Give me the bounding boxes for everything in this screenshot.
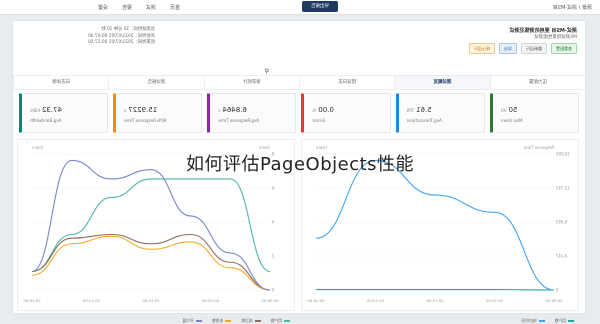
metric-unit: %: [312, 108, 316, 113]
task-subtitle: MS测试场景性能测试: [534, 34, 577, 40]
metric-card: 5.61TPS Avg.Transactions: [396, 93, 485, 133]
nav-item[interactable]: 测试: [146, 4, 156, 11]
run-info: 总测试时间：10 分钟 10 秒 开始时间：2021/07/01 00:07:4…: [88, 27, 155, 47]
metric-value: 15.9227s: [124, 106, 157, 114]
legend-label: 平均值: [182, 318, 193, 324]
legend-item[interactable]: 平均值: [182, 318, 201, 324]
metric-cards: 50VU Max Users 5.61TPS Avg.Transactions 0.00…: [19, 93, 579, 133]
series-line: [32, 179, 270, 272]
tab-pressure[interactable]: 压力配置: [490, 76, 585, 89]
legend-item[interactable]: 用户数: [555, 318, 574, 324]
metric-value: 47.32KiB/s: [30, 106, 62, 114]
legend-item[interactable]: 响应时间: [521, 318, 544, 324]
metric-value: 5.61TPS: [407, 106, 432, 114]
legend-swatch: [196, 320, 202, 322]
y-tick-label: 4: [272, 220, 275, 225]
metric-unit: s: [218, 108, 220, 113]
metric-label: Avg.Bandwidth: [30, 118, 61, 123]
legend-swatch: [568, 320, 574, 322]
view-config-button[interactable]: 查看配置: [551, 43, 577, 54]
x-tick-label: 00:10:00: [201, 298, 219, 303]
metric-unit: KiB/s: [30, 108, 40, 113]
tab-errors[interactable]: 错误日志: [299, 76, 394, 89]
rerun-button[interactable]: 重新运行: [521, 43, 547, 54]
export-button[interactable]: 导出: [499, 43, 517, 54]
metric-label: Avg.Response Time: [218, 118, 259, 123]
legend-item[interactable]: 失败数: [212, 318, 231, 324]
legend-label: 成功数: [241, 318, 252, 324]
metric-label: 90% Response Time: [124, 118, 166, 123]
metric-card: 15.9227s 90% Response Time: [113, 93, 202, 133]
legend-swatch: [225, 320, 231, 322]
x-tick-label: 00:08:00: [545, 298, 563, 303]
legend-label: 响应时间: [521, 318, 536, 324]
metric-card: 0.00% Errors: [301, 93, 390, 133]
nav-item[interactable]: 首页: [170, 4, 180, 11]
series-line: [316, 160, 554, 290]
x-tick-label: 00:10:00: [485, 298, 503, 303]
metric-value: 0.00%: [312, 106, 333, 114]
x-tick-label: 00:16:00: [307, 298, 325, 303]
x-tick-label: 00:12:00: [142, 298, 160, 303]
tab-requests[interactable]: 请求统计: [204, 76, 299, 89]
series-line: [32, 234, 270, 290]
metric-card: 6.8464s Avg.Response Time: [207, 93, 296, 133]
y-tick-label: 4,247: [556, 254, 568, 259]
top-bar: 场景 / 测试-MS目 首页 测试 报告 设置 导出报告: [0, 0, 600, 15]
x-tick-label: 00:08:00: [261, 298, 279, 303]
nav-item[interactable]: 设置: [98, 4, 108, 11]
y-tick-label: 0: [556, 288, 559, 293]
tab-logs[interactable]: 日志详情: [13, 76, 108, 89]
y-tick-label: 13,742: [556, 186, 570, 191]
export-report-button[interactable]: 导出报告: [302, 1, 338, 12]
metric-unit: VU: [501, 108, 507, 113]
metric-label: Avg.Transactions: [407, 118, 442, 123]
metric-unit: TPS: [407, 108, 414, 113]
legend-label: 失败数: [212, 318, 223, 324]
legend-item[interactable]: 成功数: [241, 318, 260, 324]
task-actions: 查看配置 重新运行 导出 停止运行: [469, 43, 577, 54]
y-tick-label: 2: [272, 254, 275, 259]
metric-value: 50VU: [501, 106, 518, 114]
x-tick-label: 00:14:00: [366, 298, 384, 303]
y-tick-label: 6: [272, 186, 275, 191]
x-tick-label: 00:12:00: [426, 298, 444, 303]
stop-button[interactable]: 停止运行: [469, 43, 495, 54]
legend-label: 用户数: [555, 318, 566, 324]
pin-icon[interactable]: ⚲: [265, 68, 269, 75]
report-tabs: 压力配置 测试概览 错误日志 请求统计 测试报告 日志详情: [13, 75, 585, 90]
overlay-title: 如何评估PageObjects性能: [0, 150, 600, 176]
metric-label: Max Users: [501, 118, 523, 123]
y-tick-label: 9,495: [556, 220, 568, 225]
legend-swatch: [284, 320, 290, 322]
legend-item[interactable]: 用户数: [271, 318, 290, 324]
legend-label: 用户数: [271, 318, 282, 324]
metric-unit: s: [124, 108, 126, 113]
y-tick-label: 0: [272, 288, 275, 293]
x-tick-label: 00:14:00: [82, 298, 100, 303]
run-end: 结束时间：2021/07/01 00:17:50: [88, 40, 155, 47]
task-title: 测试-MS目 要用的测情况测试: [510, 27, 577, 34]
x-tick-label: 00:16:00: [23, 298, 41, 303]
chart-left-legend: 用户数 响应时间: [521, 318, 574, 324]
metric-value: 6.8464s: [218, 106, 247, 114]
tab-overview[interactable]: 测试概览: [394, 76, 489, 89]
metric-label: Errors: [312, 118, 324, 123]
legend-swatch: [539, 320, 545, 322]
chart-right-legend: 用户数 成功数 失败数 平均值: [182, 318, 290, 324]
metric-card: 50VU Max Users: [490, 93, 579, 133]
legend-swatch: [255, 320, 261, 322]
top-nav: 首页 测试 报告 设置: [98, 4, 180, 11]
metric-card: 47.32KiB/s Avg.Bandwidth: [19, 93, 108, 133]
nav-item[interactable]: 报告: [122, 4, 132, 11]
breadcrumb[interactable]: 场景 / 测试-MS目: [553, 4, 592, 11]
tab-report[interactable]: 测试报告: [108, 76, 203, 89]
